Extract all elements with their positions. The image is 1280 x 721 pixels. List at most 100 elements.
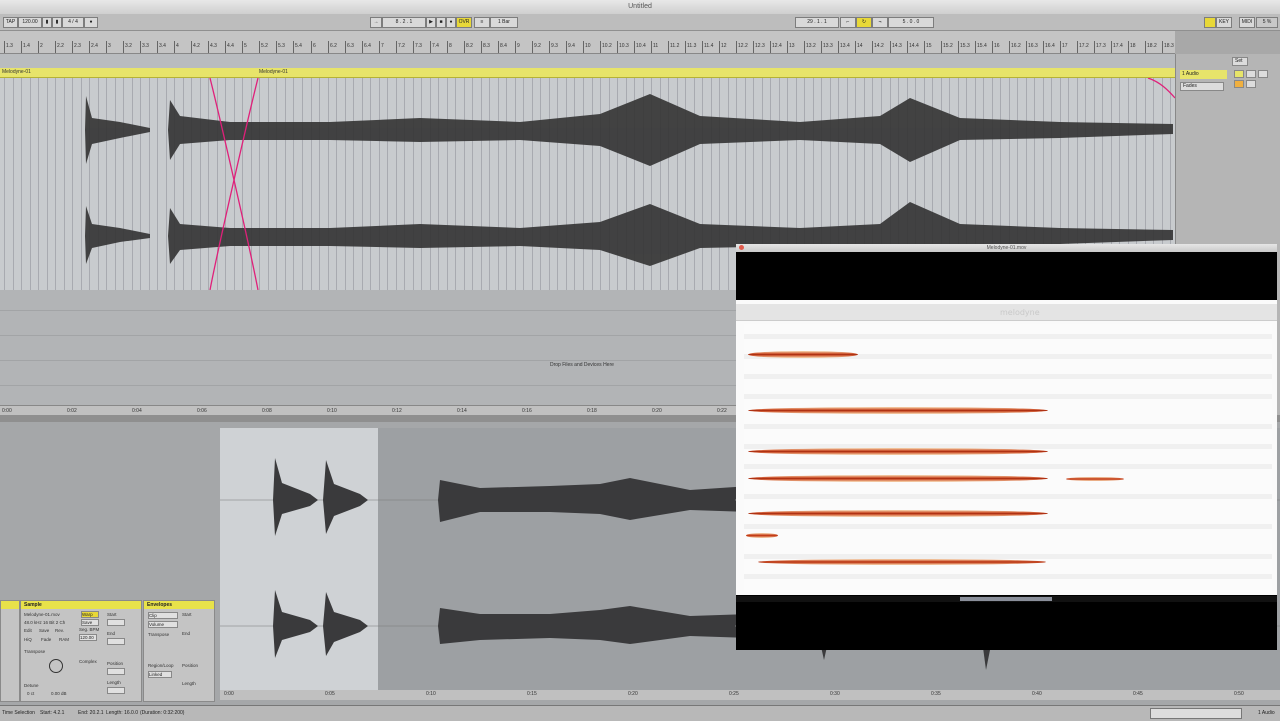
ruler-tick <box>1077 41 1078 53</box>
linked-toggle[interactable]: Linked <box>148 671 172 678</box>
midi-map-button[interactable]: MIDI <box>1239 17 1255 28</box>
transpose-knob[interactable] <box>49 659 63 673</box>
sample-time-label: 0:20 <box>628 691 638 697</box>
seg-bpm-field[interactable]: 120.00 <box>79 634 97 641</box>
punch-in-button[interactable]: ⌐ <box>840 17 856 28</box>
track-fx-chooser[interactable]: Fades <box>1180 82 1224 91</box>
ruler-label: 8.3 <box>483 43 490 49</box>
ruler-tick <box>804 41 805 53</box>
clip-panel-header[interactable] <box>1 601 19 609</box>
ram-button[interactable]: RAM <box>59 637 69 642</box>
tempo-field[interactable]: 120.00 <box>18 17 42 28</box>
hiq-button[interactable]: HiQ <box>24 637 32 642</box>
envelope-transpose[interactable]: Transpose <box>148 632 169 637</box>
key-map-button[interactable]: KEY <box>1216 17 1232 28</box>
ruler-tick <box>736 41 737 53</box>
ruler-label: 14.3 <box>892 43 902 49</box>
nudge-down-button[interactable]: ▮ <box>42 17 52 28</box>
time-label: 0:02 <box>67 408 77 414</box>
sample-panel: Sample Melodyne-01.mov 48.0 kHz 16 Bit 2… <box>20 600 142 702</box>
arm-button[interactable] <box>1258 70 1268 78</box>
solo-button[interactable] <box>1246 70 1256 78</box>
ruler-label: 3 <box>108 43 111 49</box>
sample-time-label: 0:00 <box>224 691 234 697</box>
time-label: 0:22 <box>717 408 727 414</box>
ruler-tick <box>1111 41 1112 53</box>
track-activator-button[interactable] <box>1234 70 1244 78</box>
complex-mode-menu[interactable]: Complex <box>79 659 97 664</box>
ruler-tick <box>719 41 720 53</box>
length-label: Length <box>107 680 121 685</box>
note-blob <box>748 510 1048 517</box>
save-sample-button[interactable]: Save <box>39 628 49 633</box>
note-blob <box>746 533 778 538</box>
detune-value[interactable]: 0 ct <box>27 691 34 696</box>
time-signature-field[interactable]: 4 / 4 <box>62 17 84 28</box>
punch-out-button[interactable]: ¬ <box>872 17 888 28</box>
quantize-menu[interactable]: 1 Bar <box>490 17 518 28</box>
beat-time-ruler[interactable]: 1.3 1.4 2 2.2 2.3 2.4 3 3.2 3.3 3.4 4 4.2 4.3 4.4 5 5.2… <box>0 31 1175 54</box>
ruler-label: 9.3 <box>551 43 558 49</box>
envelope-device-chooser[interactable]: Clip <box>148 612 178 619</box>
ruler-label: 1.3 <box>6 43 13 49</box>
start-label: Start <box>107 612 117 617</box>
envelope-control-chooser[interactable]: Volume <box>148 621 178 628</box>
sample-time-label: 0:25 <box>729 691 739 697</box>
ruler-label: 14 <box>857 43 863 49</box>
control-bar: TAP 120.00 ▮ ▮ 4 / 4 ● → 8 . 2 . 1 ▶ ■ ●… <box>0 14 1280 31</box>
ruler-label: 6.4 <box>364 43 371 49</box>
length-field[interactable] <box>107 687 125 694</box>
clip-header-bar[interactable]: Melodyne-01 Melodyne-01 <box>0 68 1175 78</box>
ruler-tick <box>4 41 5 53</box>
melodyne-window-title[interactable]: Melodyne-01.mov <box>736 244 1277 252</box>
edit-button[interactable]: Edit <box>24 628 32 633</box>
ruler-tick <box>872 41 873 53</box>
position-field[interactable] <box>107 668 125 675</box>
ruler-tick <box>55 41 56 53</box>
overview-navigator[interactable] <box>1150 708 1242 719</box>
ruler-label: 3.3 <box>142 43 149 49</box>
loop-length-field[interactable]: 5 . 0 . 0 <box>888 17 934 28</box>
save-button[interactable]: Save <box>81 619 99 626</box>
loop-start-field[interactable]: 29 . 1 . 1 <box>795 17 839 28</box>
ruler-label: 12.4 <box>772 43 782 49</box>
record-button[interactable]: ● <box>446 17 456 28</box>
ruler-label: 13.2 <box>806 43 816 49</box>
monitor-auto-button[interactable] <box>1246 80 1256 88</box>
warp-button[interactable]: Warp <box>81 611 99 618</box>
track-name-header[interactable]: 1 Audio <box>1180 70 1227 79</box>
fade-button[interactable]: Fade <box>41 637 51 642</box>
ruler-label: 11.4 <box>704 43 714 49</box>
start-field[interactable] <box>107 619 125 626</box>
close-icon[interactable] <box>739 245 744 250</box>
song-position-field[interactable]: 8 . 2 . 1 <box>382 17 426 28</box>
ruler-label: 8 <box>449 43 452 49</box>
draw-mode-button[interactable]: ≡ <box>474 17 490 28</box>
play-button[interactable]: ▶ <box>426 17 436 28</box>
ruler-tick <box>174 41 175 53</box>
end-field[interactable] <box>107 638 125 645</box>
rev-button[interactable]: Rev. <box>55 628 64 633</box>
ruler-tick <box>770 41 771 53</box>
status-bar: Time Selection Start: 4.2.1 End: 20.2.1 … <box>0 705 1280 721</box>
loop-switch-button[interactable]: ↻ <box>856 17 872 28</box>
stop-button[interactable]: ■ <box>436 17 446 28</box>
gain-value[interactable]: 0.00 dB <box>51 691 67 696</box>
region-loop-label: Region/Loop <box>148 663 174 668</box>
ruler-label: 13.3 <box>823 43 833 49</box>
tap-button[interactable]: TAP <box>3 17 18 28</box>
monitor-button[interactable] <box>1234 80 1244 88</box>
sample-time-ruler[interactable]: 0:00 0:05 0:10 0:15 0:20 0:25 0:30 0:35 0:40 0:45… <box>220 690 1280 700</box>
clip-name-left: Melodyne-01 <box>2 69 31 75</box>
time-label: 0:06 <box>197 408 207 414</box>
time-label: 0:04 <box>132 408 142 414</box>
ruler-label: 15.3 <box>960 43 970 49</box>
ovr-button[interactable]: OVR <box>456 17 472 28</box>
nudge-up-button[interactable]: ▮ <box>52 17 62 28</box>
metronome-button[interactable]: ● <box>84 17 98 28</box>
sample-panel-title[interactable]: Sample <box>21 601 141 609</box>
envelopes-panel-title[interactable]: Envelopes <box>144 601 214 609</box>
ruler-label: 18.3 <box>1164 43 1174 49</box>
follow-button[interactable]: → <box>370 17 382 28</box>
set-button[interactable]: Set <box>1232 57 1248 66</box>
